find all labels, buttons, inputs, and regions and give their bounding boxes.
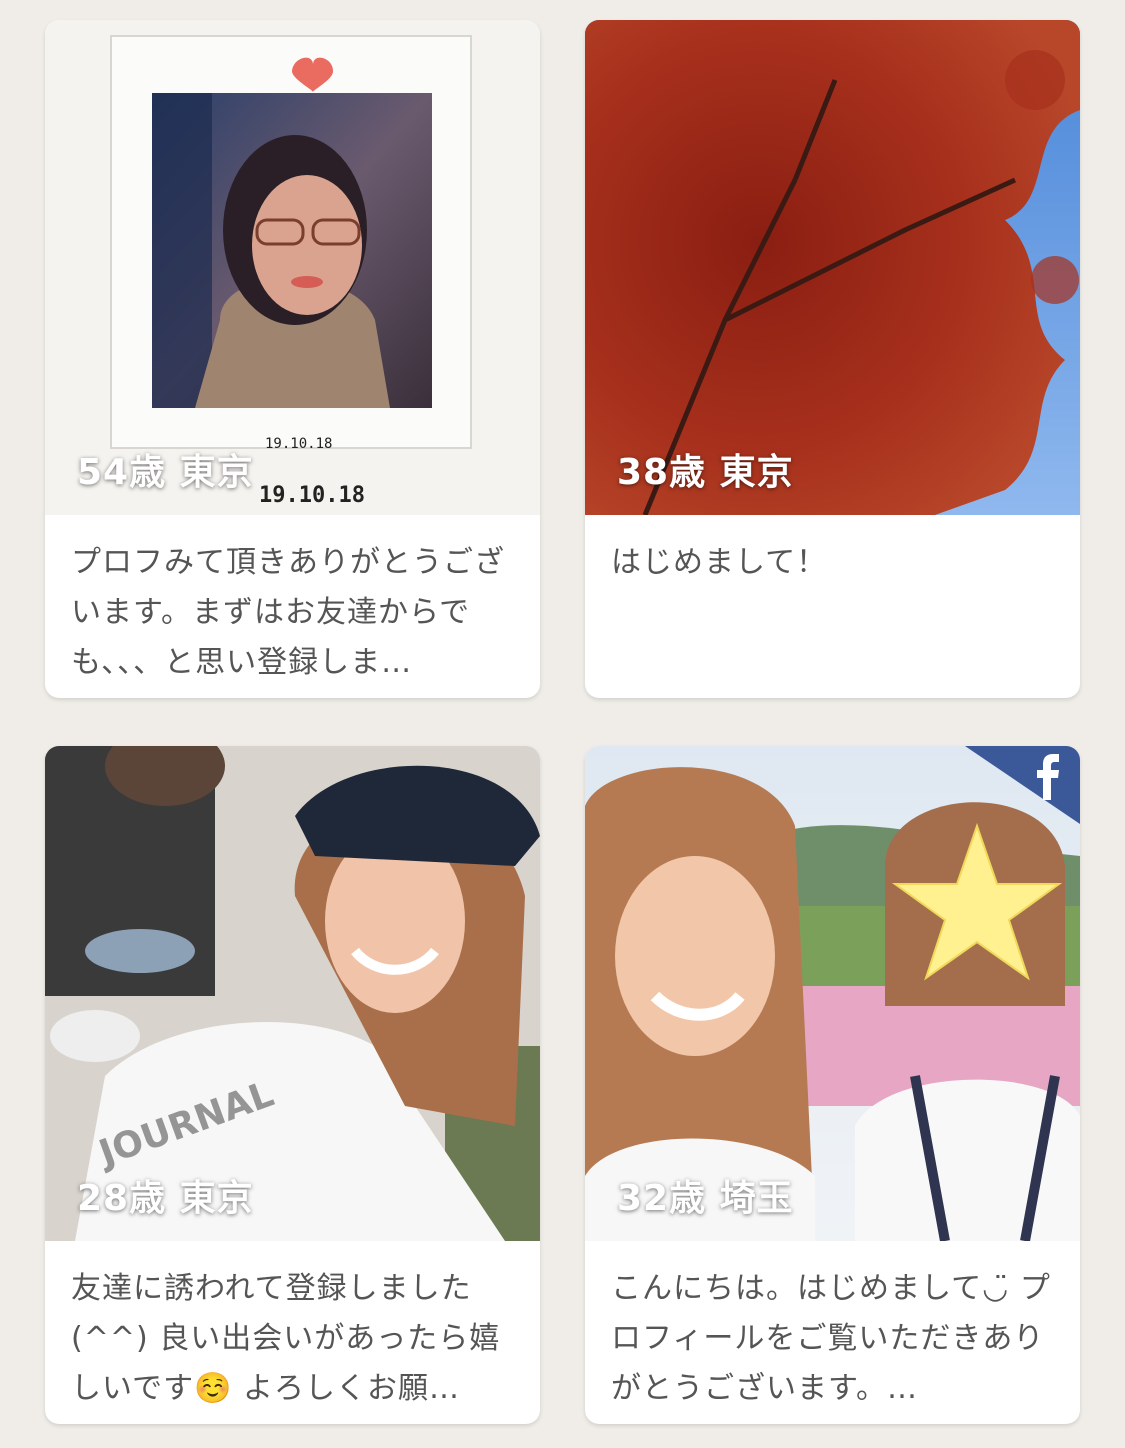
profile-card[interactable]: 32歳 埼玉 こんにちは。はじめまして◡̈ プロフィールをご覧いただきありがとう…	[585, 746, 1080, 1424]
profile-photo: 38歳 東京	[585, 20, 1080, 515]
profile-message: こんにちは。はじめまして◡̈ プロフィールをご覧いただきありがとうございます。…	[611, 1271, 1051, 1406]
age-location-label: 54歳 東京	[77, 452, 254, 493]
svg-text:19.10.18: 19.10.18	[259, 483, 365, 508]
facebook-icon	[965, 746, 1080, 824]
profile-message: 友達に誘われて登録しました(^^) 良い出会いがあったら嬉しいです☺️ よろしく…	[71, 1271, 501, 1406]
profile-message: はじめまして！	[611, 545, 828, 580]
profile-card[interactable]: 38歳 東京 はじめまして！	[585, 20, 1080, 698]
profile-card[interactable]: JOURNAL 28歳 東京 友達に誘われて登録しました(^^) 良い出会いがあ…	[45, 746, 540, 1424]
age-location-label: 28歳 東京	[77, 1178, 254, 1219]
age-location-label: 32歳 埼玉	[617, 1178, 794, 1219]
svg-text:19.10.18: 19.10.18	[265, 436, 332, 452]
profile-photo: 32歳 埼玉	[585, 746, 1080, 1241]
age-location-label: 38歳 東京	[617, 452, 794, 493]
profile-card[interactable]: 19.10.18 19.10.18 54歳 東京 プロフみて頂きありがとうござい…	[45, 20, 540, 698]
profile-photo: 19.10.18 19.10.18 54歳 東京	[45, 20, 540, 515]
profile-message: プロフみて頂きありがとうございます。まずはお友達からでも、、、と思い登録しま…	[71, 545, 505, 680]
profile-photo: JOURNAL 28歳 東京	[45, 746, 540, 1241]
